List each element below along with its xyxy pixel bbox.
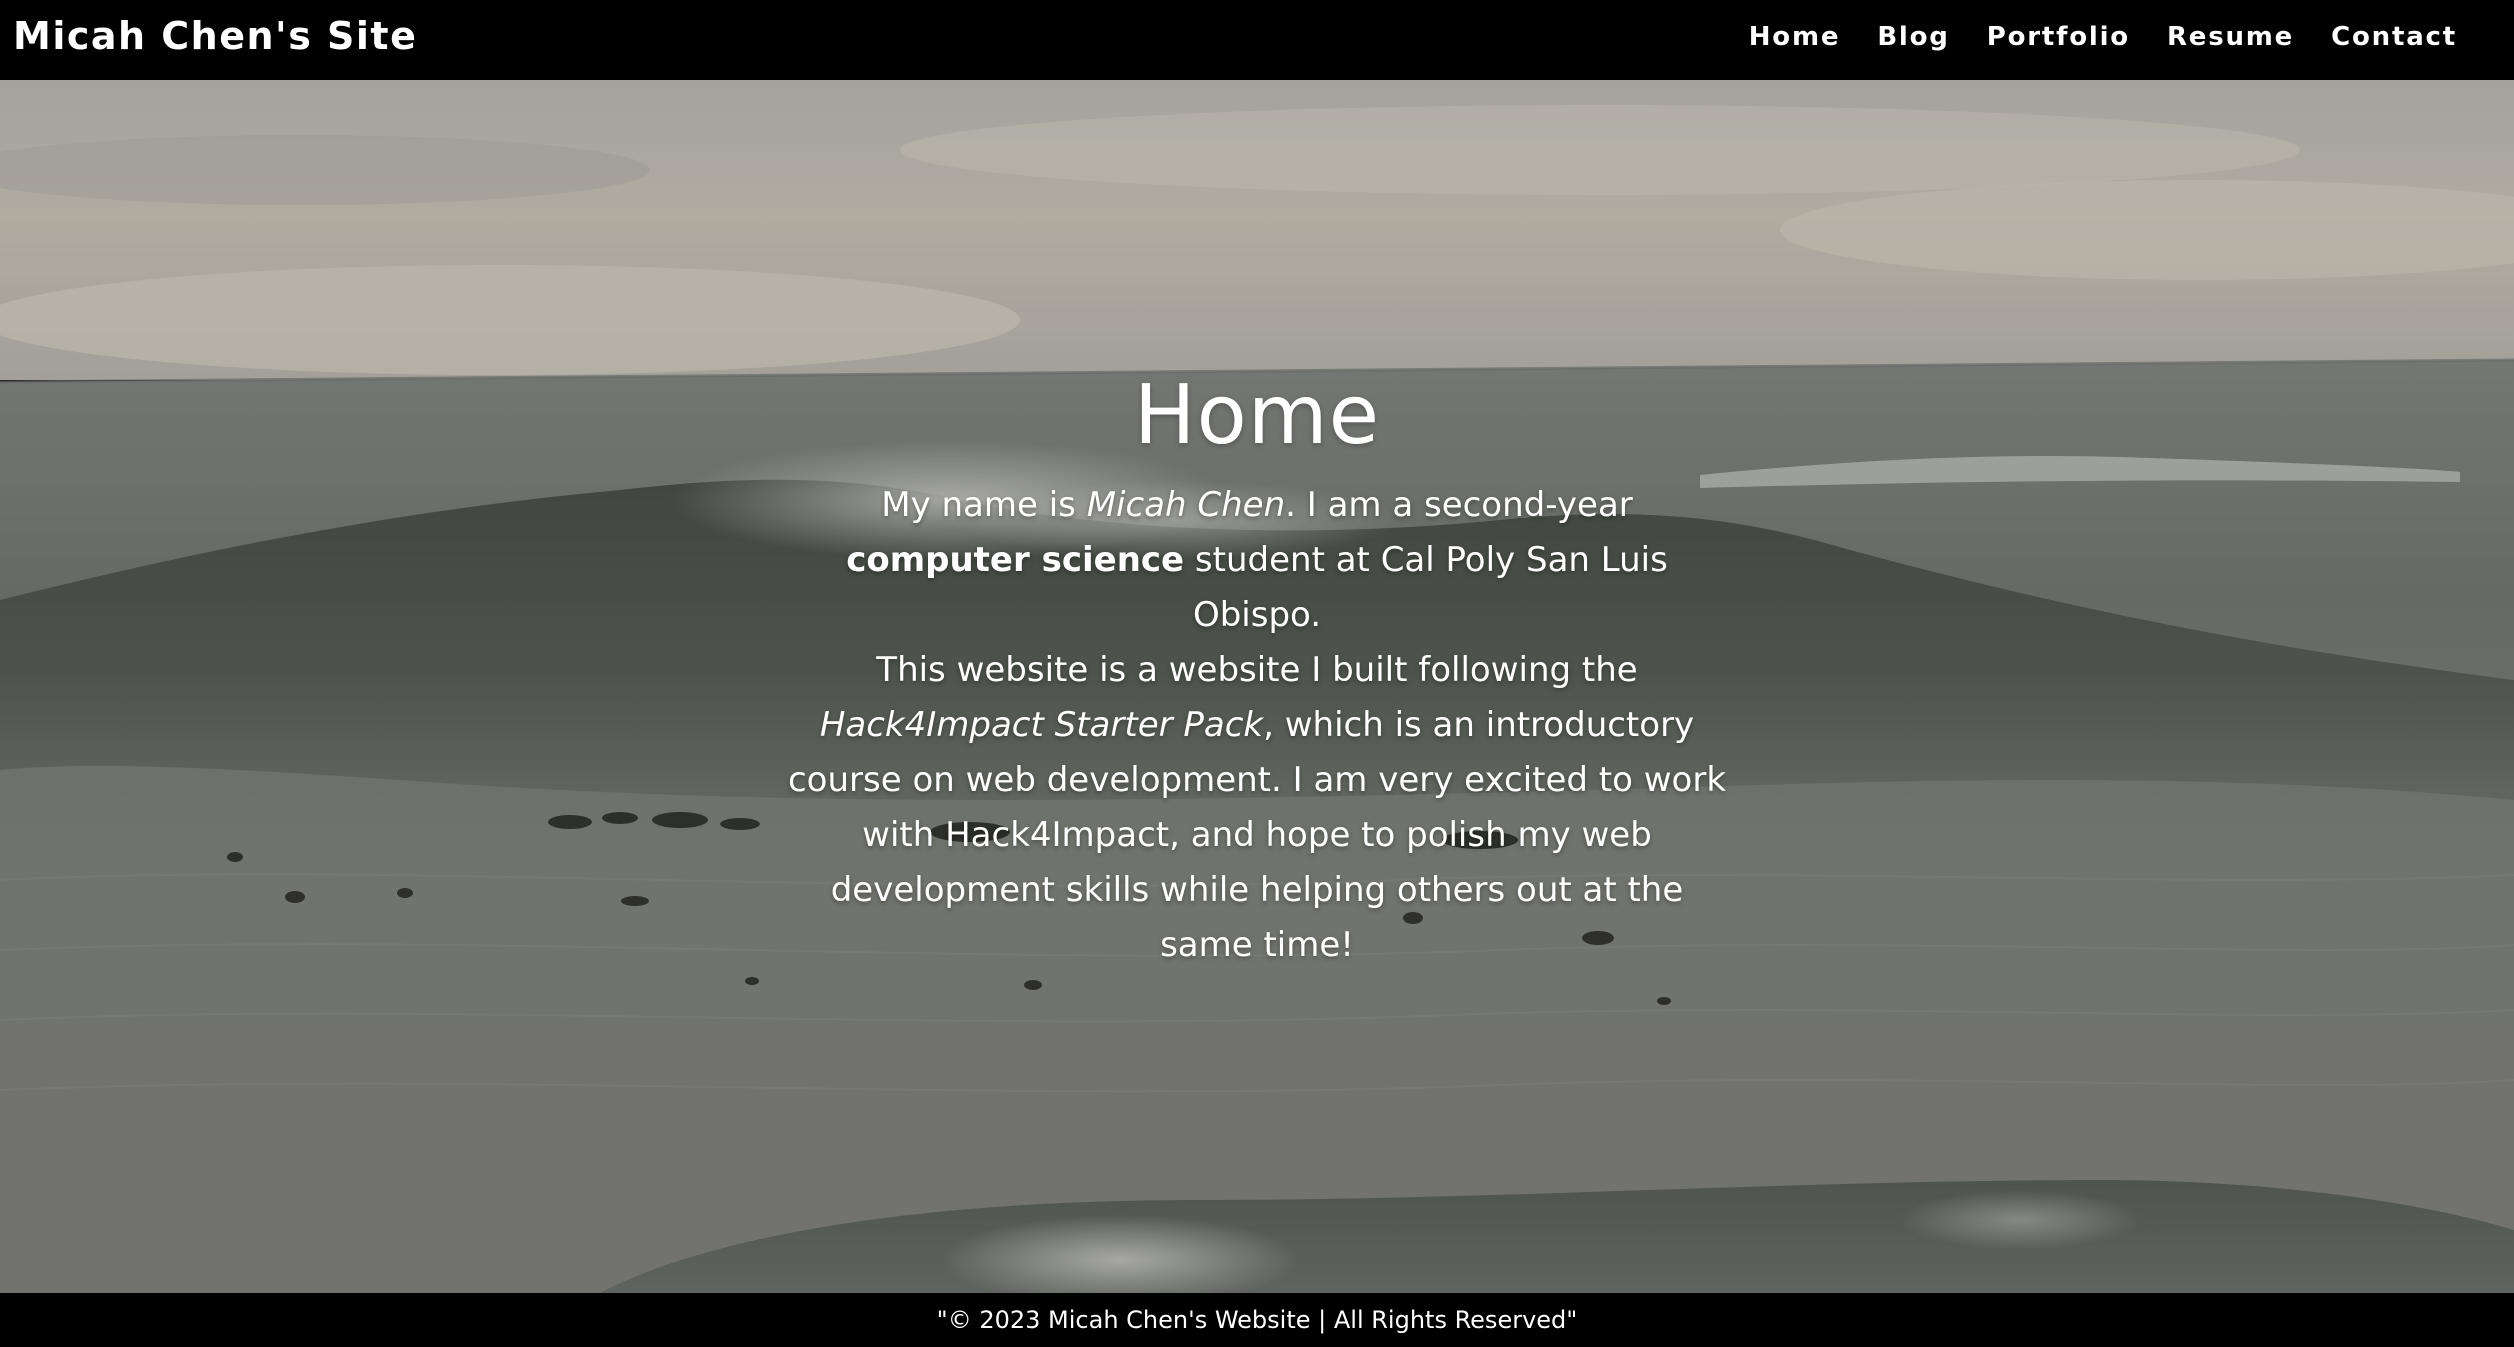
page-title: Home [1133, 368, 1381, 463]
intro-text-4: This website is a website I built follow… [876, 650, 1638, 690]
intro-text-1: My name is [881, 485, 1087, 525]
intro-name: Micah Chen [1086, 485, 1286, 525]
nav-link-home[interactable]: Home [1749, 22, 1841, 52]
nav-link-blog[interactable]: Blog [1877, 22, 1949, 52]
nav-link-portfolio[interactable]: Portfolio [1987, 22, 2130, 52]
intro-text-3: student at Cal Poly San Luis Obispo. [1184, 540, 1668, 635]
intro-course: Hack4Impact Starter Pack [819, 705, 1264, 745]
footer-copyright: "© 2023 Micah Chen's Website | All Right… [936, 1306, 1578, 1334]
intro-text-2: . I am a second-year [1285, 485, 1633, 525]
footer: "© 2023 Micah Chen's Website | All Right… [0, 1293, 2514, 1347]
intro-major: computer science [846, 540, 1185, 580]
hero-content: Home My name is Micah Chen. I am a secon… [787, 366, 1727, 973]
hero-section: Home My name is Micah Chen. I am a secon… [0, 80, 2514, 1293]
nav-menu: Home Blog Portfolio Resume Contact [1749, 22, 2457, 52]
site-brand-link[interactable]: Micah Chen's Site [13, 14, 417, 58]
nav-link-resume[interactable]: Resume [2167, 22, 2294, 52]
navbar: Micah Chen's Site Home Blog Portfolio Re… [0, 0, 2514, 80]
intro-paragraph: My name is Micah Chen. I am a second-yea… [787, 478, 1727, 973]
nav-link-contact[interactable]: Contact [2331, 22, 2457, 52]
